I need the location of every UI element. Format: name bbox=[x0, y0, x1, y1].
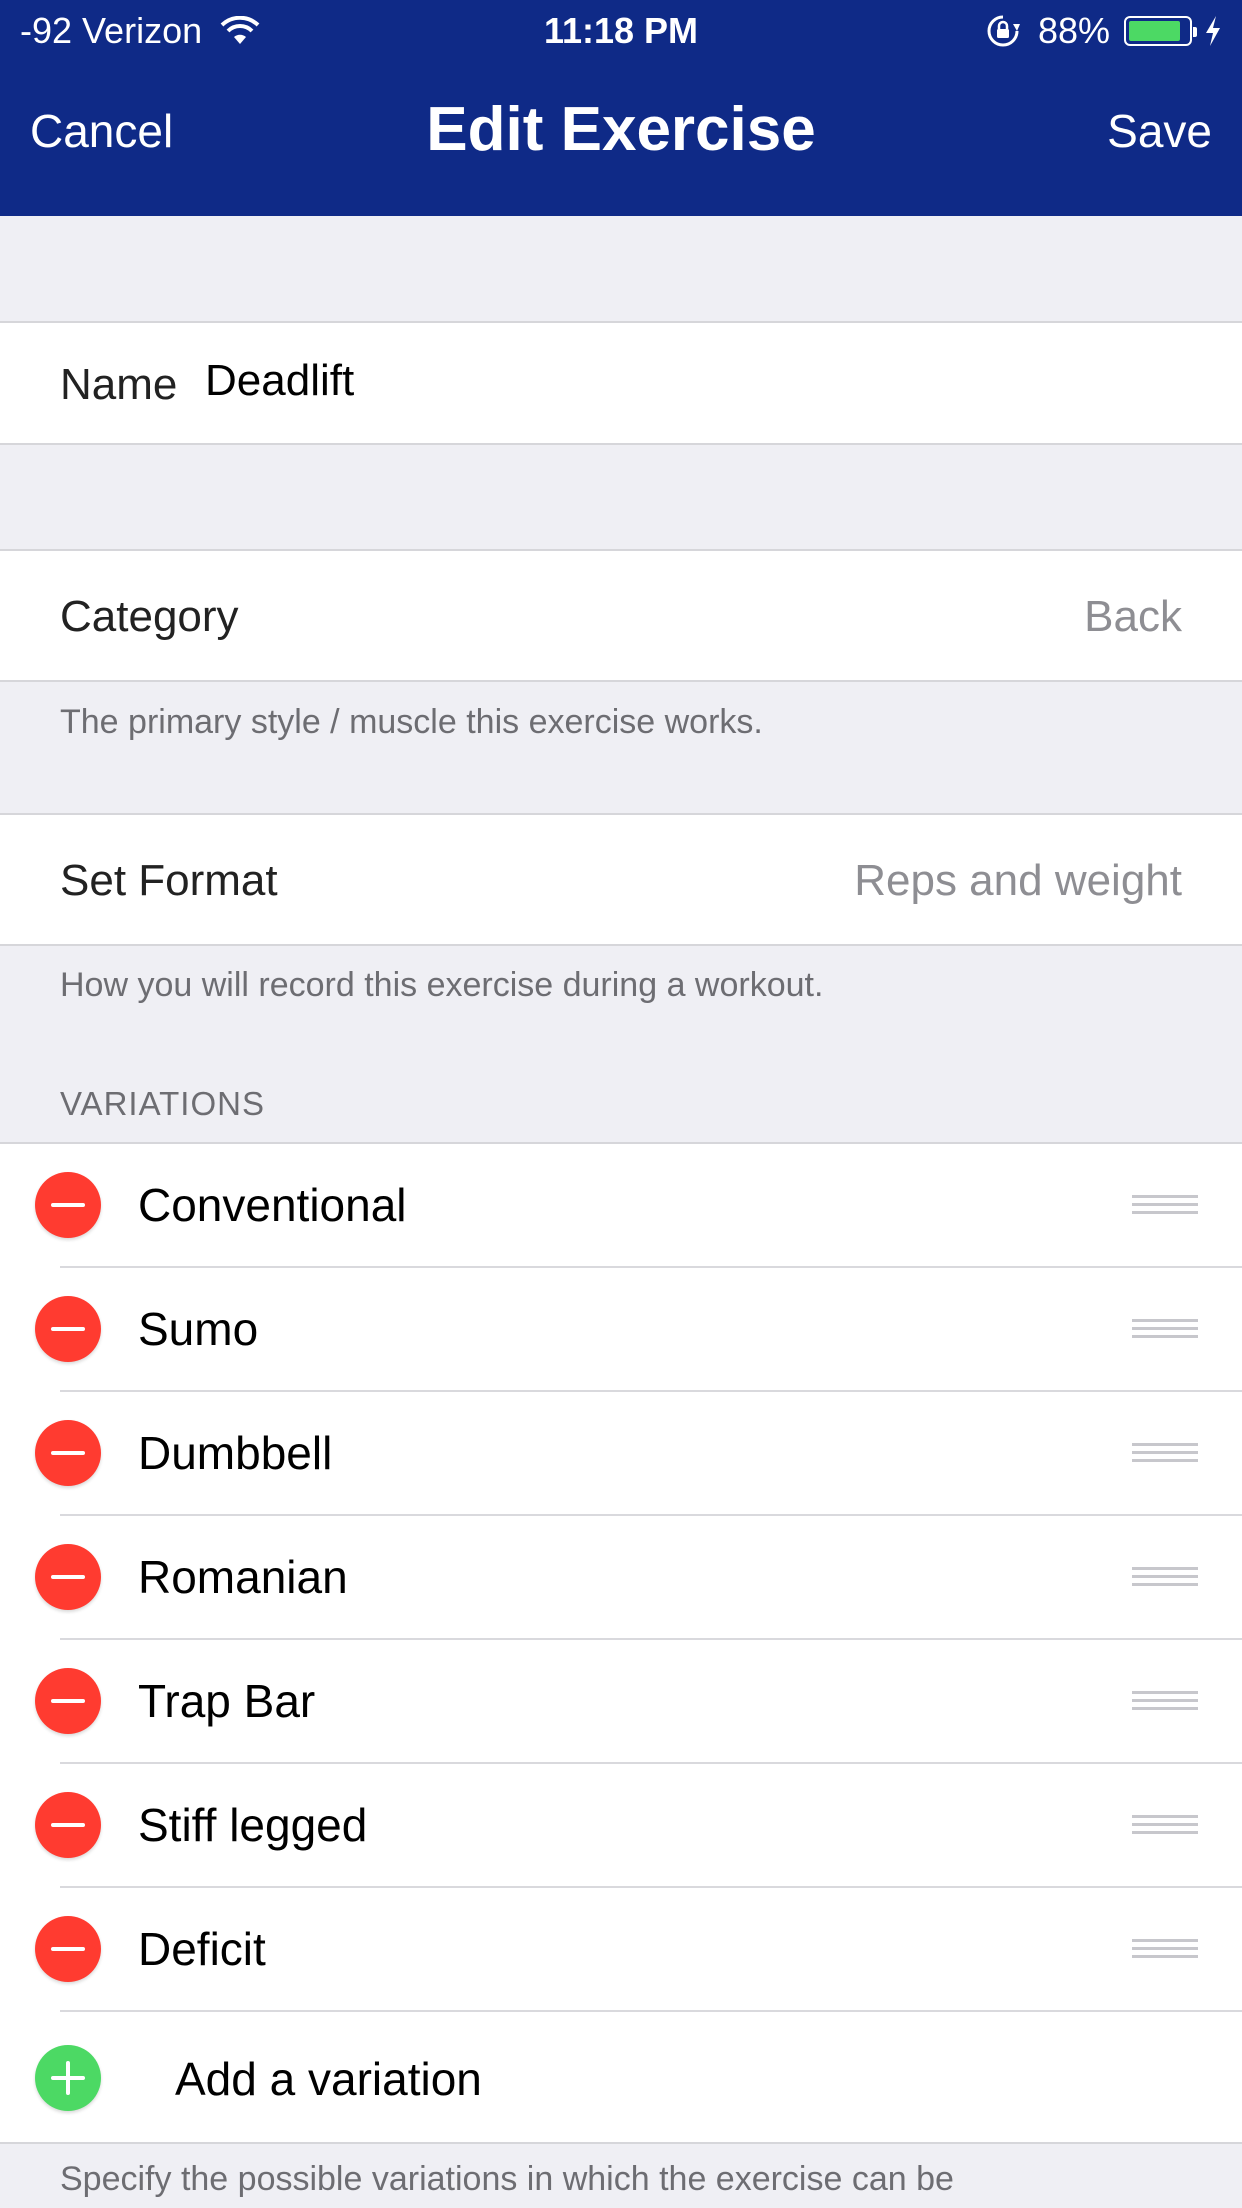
name-field-label: Name bbox=[60, 360, 178, 409]
variation-label[interactable]: Romanian bbox=[138, 1550, 348, 1604]
variations-header: VARIATIONS bbox=[60, 1085, 265, 1122]
delete-variation-button[interactable] bbox=[35, 1916, 101, 1982]
variation-label[interactable]: Trap Bar bbox=[138, 1674, 315, 1728]
add-variation-row[interactable]: Add a variation bbox=[0, 2012, 1242, 2144]
list-item: Conventional bbox=[0, 1144, 1242, 1268]
variations-footer: Specify the possible variations in which… bbox=[60, 2160, 954, 2198]
reorder-handle-icon[interactable] bbox=[1132, 1443, 1198, 1465]
list-item: Romanian bbox=[0, 1516, 1242, 1640]
delete-variation-button[interactable] bbox=[35, 1544, 101, 1610]
variations-list: Conventional Sumo Dumbbell Romanian Trap… bbox=[0, 1142, 1242, 2144]
delete-variation-button[interactable] bbox=[35, 1420, 101, 1486]
name-field-cell[interactable]: Name Deadlift bbox=[0, 321, 1242, 445]
reorder-handle-icon[interactable] bbox=[1132, 1319, 1198, 1341]
charging-bolt-icon bbox=[1206, 16, 1220, 46]
list-item: Trap Bar bbox=[0, 1640, 1242, 1764]
category-label: Category bbox=[60, 592, 239, 641]
reorder-handle-icon[interactable] bbox=[1132, 1567, 1198, 1589]
add-variation-button[interactable] bbox=[35, 2045, 101, 2111]
reorder-handle-icon[interactable] bbox=[1132, 1939, 1198, 1961]
delete-variation-button[interactable] bbox=[35, 1172, 101, 1238]
list-item: Deficit bbox=[0, 1888, 1242, 2012]
category-value: Back bbox=[1084, 592, 1182, 641]
set-format-cell[interactable]: Set Format Reps and weight bbox=[0, 813, 1242, 946]
category-cell[interactable]: Category Back bbox=[0, 549, 1242, 682]
add-variation-label[interactable]: Add a variation bbox=[175, 2052, 482, 2106]
list-item: Sumo bbox=[0, 1268, 1242, 1392]
category-footer: The primary style / muscle this exercise… bbox=[60, 703, 763, 741]
orientation-lock-icon bbox=[987, 15, 1020, 47]
variation-label[interactable]: Stiff legged bbox=[138, 1798, 367, 1852]
variation-label[interactable]: Deficit bbox=[138, 1922, 266, 1976]
battery-icon bbox=[1124, 16, 1197, 46]
delete-variation-button[interactable] bbox=[35, 1668, 101, 1734]
list-item: Stiff legged bbox=[0, 1764, 1242, 1888]
battery-fill bbox=[1129, 21, 1181, 41]
page-title: Edit Exercise bbox=[426, 95, 816, 164]
variation-label[interactable]: Conventional bbox=[138, 1178, 407, 1232]
delete-variation-button[interactable] bbox=[35, 1792, 101, 1858]
reorder-handle-icon[interactable] bbox=[1132, 1195, 1198, 1217]
name-input[interactable]: Deadlift bbox=[205, 356, 354, 406]
set-format-value: Reps and weight bbox=[854, 856, 1182, 905]
navigation-bar: -92 Verizon 11:18 PM 88% Cancel Edit Exe… bbox=[0, 0, 1242, 216]
status-bar: -92 Verizon 11:18 PM 88% bbox=[0, 0, 1242, 60]
variation-label[interactable]: Dumbbell bbox=[138, 1426, 332, 1480]
variation-label[interactable]: Sumo bbox=[138, 1302, 258, 1356]
save-button[interactable]: Save bbox=[1107, 104, 1212, 158]
reorder-handle-icon[interactable] bbox=[1132, 1815, 1198, 1837]
list-item: Dumbbell bbox=[0, 1392, 1242, 1516]
set-format-label: Set Format bbox=[60, 856, 278, 905]
battery-percent: 88% bbox=[1037, 10, 1110, 51]
reorder-handle-icon[interactable] bbox=[1132, 1691, 1198, 1713]
delete-variation-button[interactable] bbox=[35, 1296, 101, 1362]
set-format-footer: How you will record this exercise during… bbox=[60, 966, 824, 1004]
